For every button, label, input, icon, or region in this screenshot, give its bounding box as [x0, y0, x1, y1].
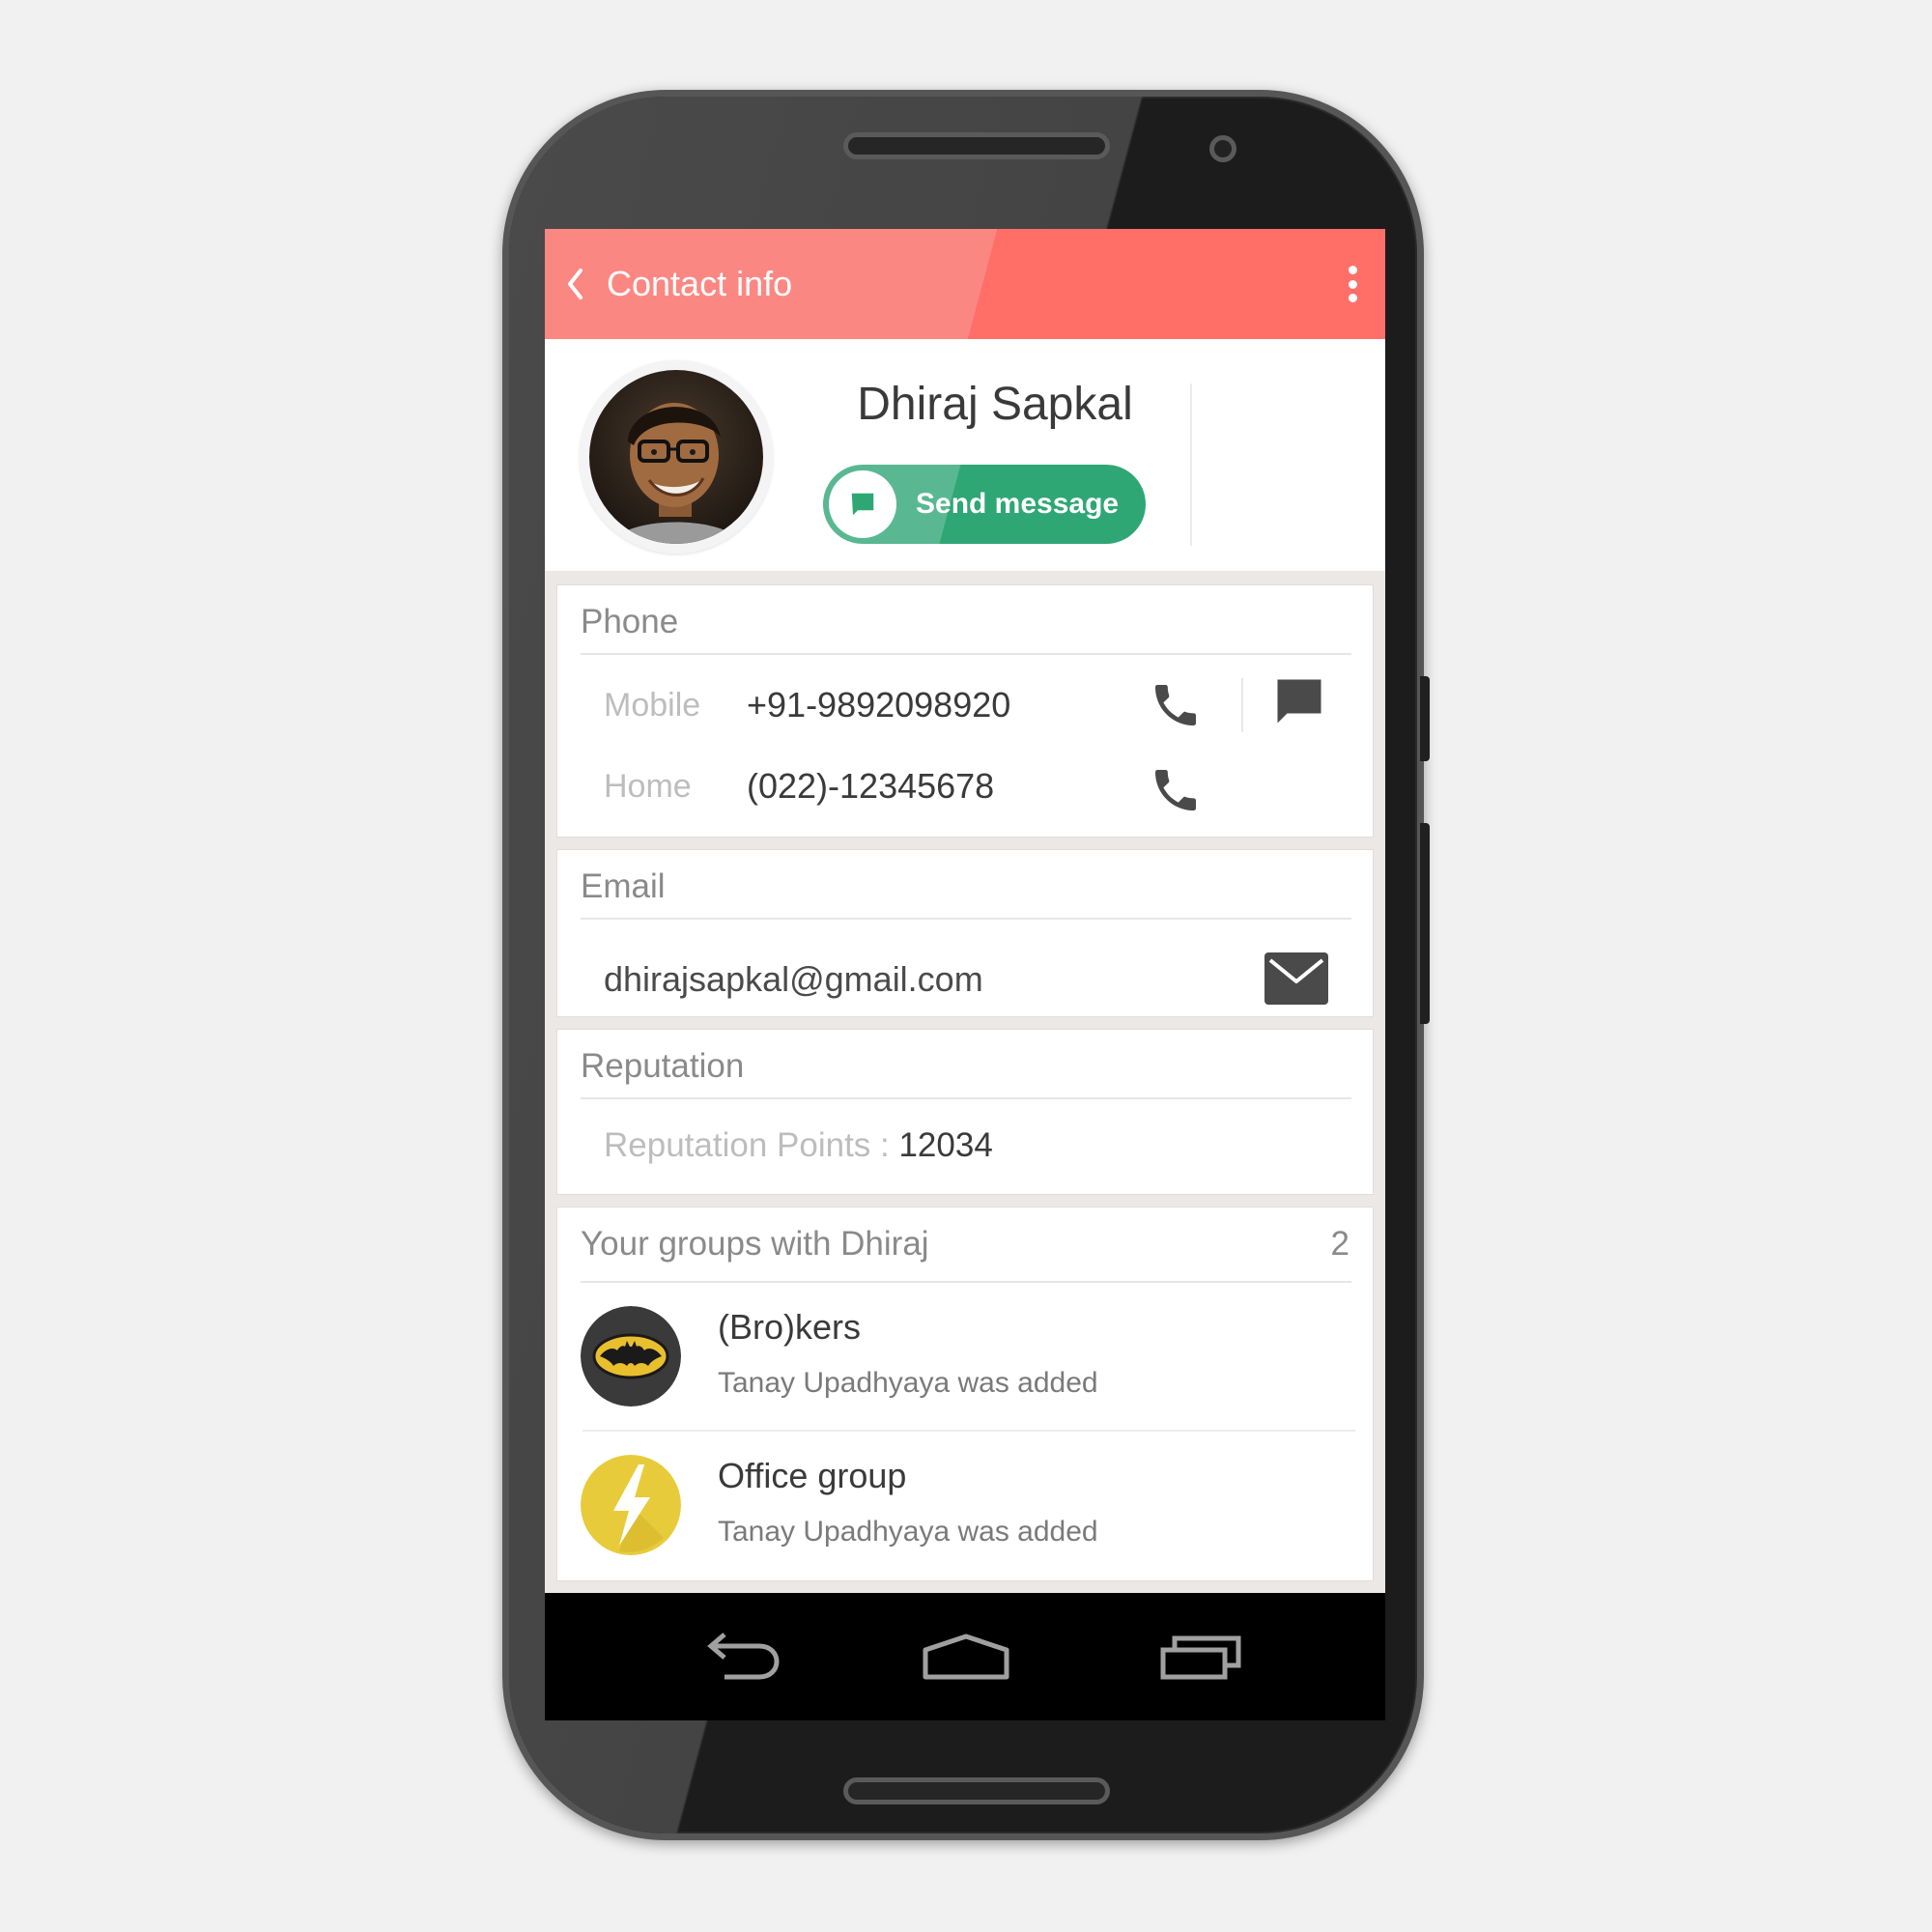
divider: [581, 1097, 1351, 1099]
more-vert-icon[interactable]: [1341, 262, 1364, 306]
volume-button[interactable]: [1420, 823, 1430, 1024]
top-speaker: [843, 132, 1110, 159]
back-icon[interactable]: [692, 1626, 788, 1688]
reputation-points: 12034: [898, 1126, 993, 1164]
list-item[interactable]: Office group Tanay Upadhyaya was added: [557, 1432, 1375, 1580]
screen: Contact info Dhiraj Sapkal Send message …: [545, 229, 1385, 1720]
navigation-bar: [545, 1593, 1385, 1720]
recents-icon[interactable]: [1153, 1626, 1250, 1688]
phone-card: Phone Mobile +91-9892098920 Home (022)-1…: [556, 584, 1374, 838]
contact-name: Dhiraj Sapkal: [857, 379, 1133, 430]
app-bar: Contact info: [545, 229, 1385, 339]
reputation-section-title: Reputation: [581, 1047, 745, 1085]
list-item[interactable]: (Bro)kers Tanay Upadhyaya was added: [557, 1283, 1375, 1432]
profile-header: Dhiraj Sapkal Send message: [545, 339, 1385, 571]
group-name: (Bro)kers: [718, 1307, 862, 1347]
bottom-speaker: [843, 1777, 1110, 1804]
send-message-button[interactable]: Send message: [823, 465, 1146, 544]
phone-icon[interactable]: [1145, 759, 1207, 821]
reputation-row: Reputation Points : 12034: [604, 1124, 993, 1167]
lightning-bolt-icon: [581, 1455, 681, 1555]
phone-icon[interactable]: [1145, 674, 1207, 736]
phone-section-title: Phone: [581, 603, 679, 640]
envelope-icon[interactable]: [1263, 945, 1330, 1012]
profile-divider: [1190, 384, 1192, 546]
front-camera: [1209, 135, 1236, 162]
send-message-label: Send message: [916, 488, 1120, 520]
email-section-title: Email: [581, 867, 666, 905]
divider: [581, 653, 1351, 655]
chat-bubble-icon: [829, 470, 896, 538]
icon-separator: [1241, 678, 1243, 732]
group-name: Office group: [718, 1456, 907, 1495]
mobile-number[interactable]: +91-9892098920: [747, 684, 1010, 726]
power-button[interactable]: [1420, 676, 1430, 761]
email-address[interactable]: dhirajsapkal@gmail.com: [604, 958, 983, 1001]
home-icon[interactable]: [918, 1626, 1014, 1688]
page-title: Contact info: [607, 264, 793, 303]
avatar-frame: [580, 360, 773, 554]
groups-card: Your groups with Dhiraj 2 (Bro)kers Tana…: [556, 1207, 1374, 1581]
reputation-label: Reputation Points :: [604, 1126, 899, 1164]
email-card: Email dhirajsapkal@gmail.com: [556, 849, 1374, 1017]
divider: [581, 918, 1351, 920]
chat-bubble-icon[interactable]: [1268, 670, 1330, 732]
home-label: Home: [604, 768, 692, 805]
groups-section-title: Your groups with Dhiraj: [581, 1225, 929, 1263]
mobile-label: Mobile: [604, 687, 701, 724]
avatar[interactable]: [589, 370, 763, 544]
group-subtitle: Tanay Upadhyaya was added: [718, 1367, 1098, 1399]
group-subtitle: Tanay Upadhyaya was added: [718, 1516, 1098, 1548]
groups-count: 2: [1330, 1225, 1350, 1263]
reputation-card: Reputation Reputation Points : 12034: [556, 1029, 1374, 1195]
home-number[interactable]: (022)-12345678: [747, 765, 994, 808]
chevron-left-icon[interactable]: [558, 260, 591, 308]
batman-logo-icon: [581, 1306, 681, 1406]
